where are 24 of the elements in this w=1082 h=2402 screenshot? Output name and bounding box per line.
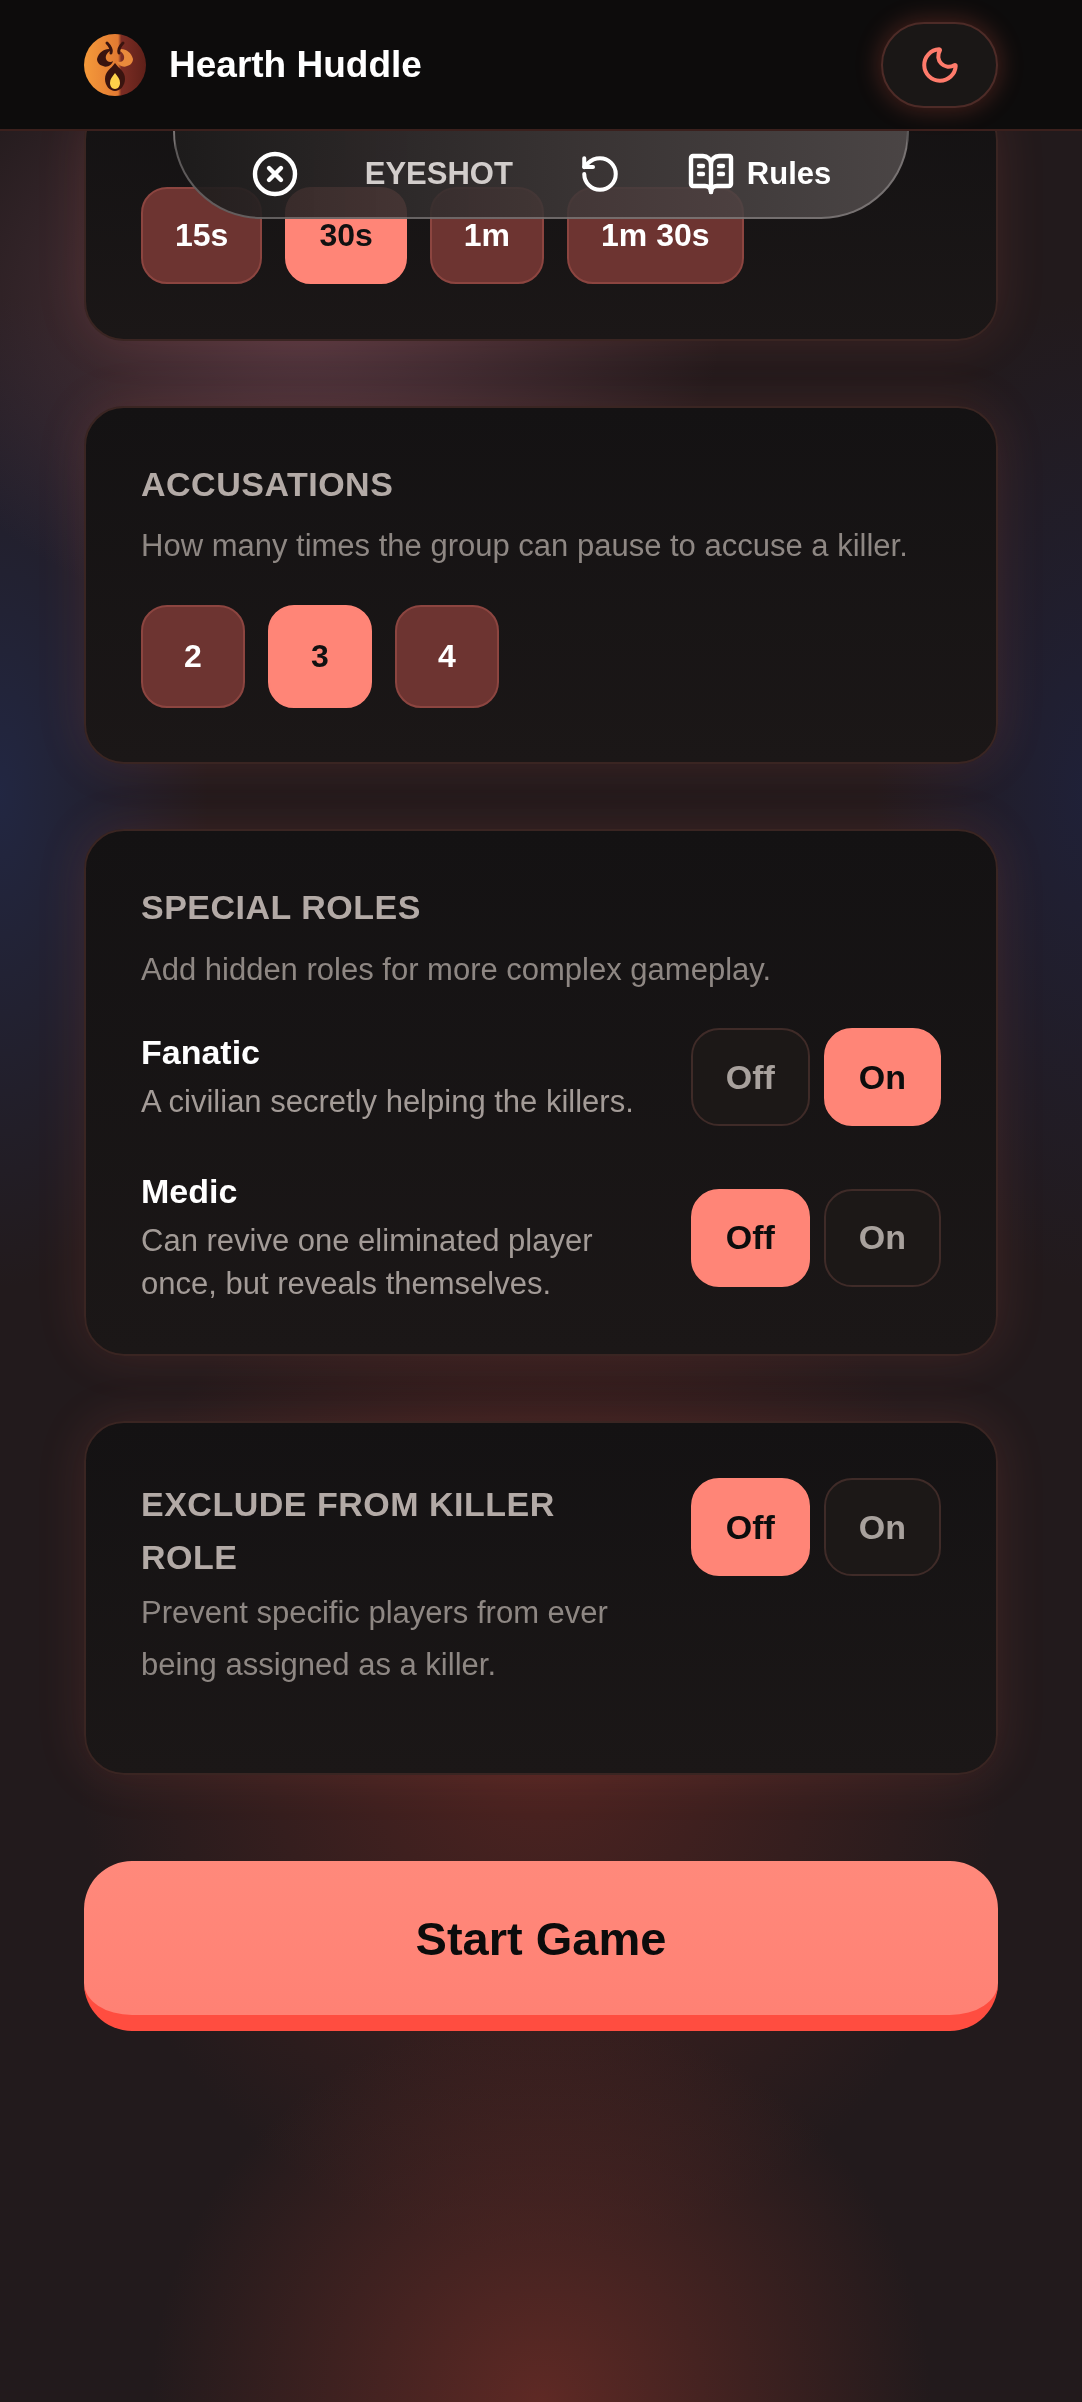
toggle-option-button[interactable]: On xyxy=(823,1478,941,1576)
section-title: SPECIAL ROLES xyxy=(141,887,422,928)
app-title: Hearth Huddle xyxy=(169,42,422,87)
section-title: EXCLUDE FROM KILLER ROLE xyxy=(141,1484,556,1578)
toggle-option-button[interactable]: Off xyxy=(690,1028,810,1126)
toggle-option-button[interactable]: Off xyxy=(690,1478,810,1576)
logo-icon xyxy=(83,32,147,97)
role-name: Medic xyxy=(141,1171,239,1212)
section-title: ACCUSATIONS xyxy=(141,464,395,505)
toggle-option-button[interactable]: Off xyxy=(690,1188,810,1287)
toggle-option-button[interactable]: On xyxy=(823,1028,941,1126)
option-chip[interactable]: 3 xyxy=(268,605,372,708)
role-name: Fanatic xyxy=(141,1032,262,1073)
section-description: Add hidden roles for more complex gameplay. xyxy=(141,951,773,989)
role-description: A civilian secretly helping the killers. xyxy=(141,1083,635,1121)
role-description: Can revive one eliminated player once, but reveals themselves. xyxy=(141,1222,594,1303)
toggle-option-button[interactable]: On xyxy=(823,1188,941,1287)
option-chip[interactable]: 2 xyxy=(141,605,245,708)
option-chip[interactable]: 4 xyxy=(395,605,499,708)
start-game-button[interactable]: Start Game xyxy=(84,1861,998,2031)
section-description: How many times the group can pause to accuse a killer. xyxy=(141,527,909,565)
section-description: Prevent specific players from ever being assigned as a killer. xyxy=(141,1594,609,1684)
close-icon[interactable] xyxy=(250,150,299,198)
theme-toggle-button[interactable] xyxy=(881,21,998,108)
